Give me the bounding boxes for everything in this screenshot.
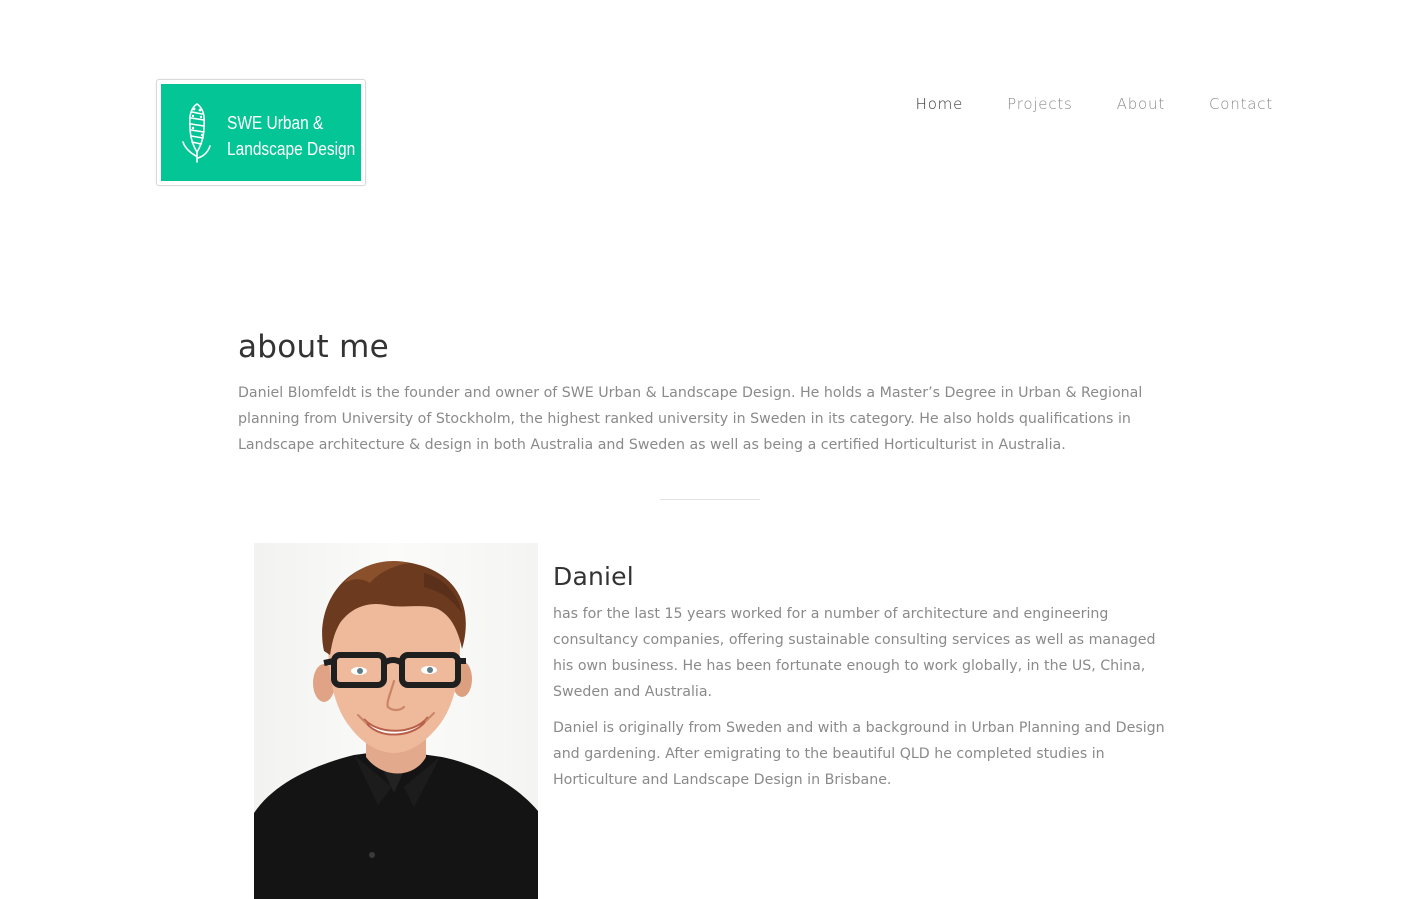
portrait-photo <box>254 543 538 899</box>
logo-line-2: Landscape Design <box>227 139 356 159</box>
logo-wordmark: SWE Urban & Landscape Design <box>227 110 355 162</box>
nav-projects[interactable]: Projects <box>1007 94 1073 114</box>
logo-line-1: SWE Urban & <box>227 113 324 133</box>
person-bio-paragraph-1: has for the last 15 years worked for a n… <box>553 606 1156 700</box>
about-paragraph: Daniel Blomfeldt is the founder and owne… <box>238 385 1143 453</box>
about-heading: about me <box>238 329 389 365</box>
person-name: Daniel <box>553 562 634 591</box>
main-nav: Home Projects About Contact <box>916 94 1273 114</box>
portrait-illustration <box>254 561 538 899</box>
nav-about[interactable]: About <box>1117 94 1165 114</box>
section-divider <box>660 499 760 500</box>
logo-badge: SWE Urban & Landscape Design <box>161 84 361 181</box>
nav-contact[interactable]: Contact <box>1209 94 1273 114</box>
site-logo[interactable]: SWE Urban & Landscape Design <box>156 79 366 186</box>
person-bio-paragraph-2: Daniel is originally from Sweden and wit… <box>553 720 1165 788</box>
banksia-flower-icon <box>182 103 211 163</box>
nav-home[interactable]: Home <box>916 94 964 114</box>
